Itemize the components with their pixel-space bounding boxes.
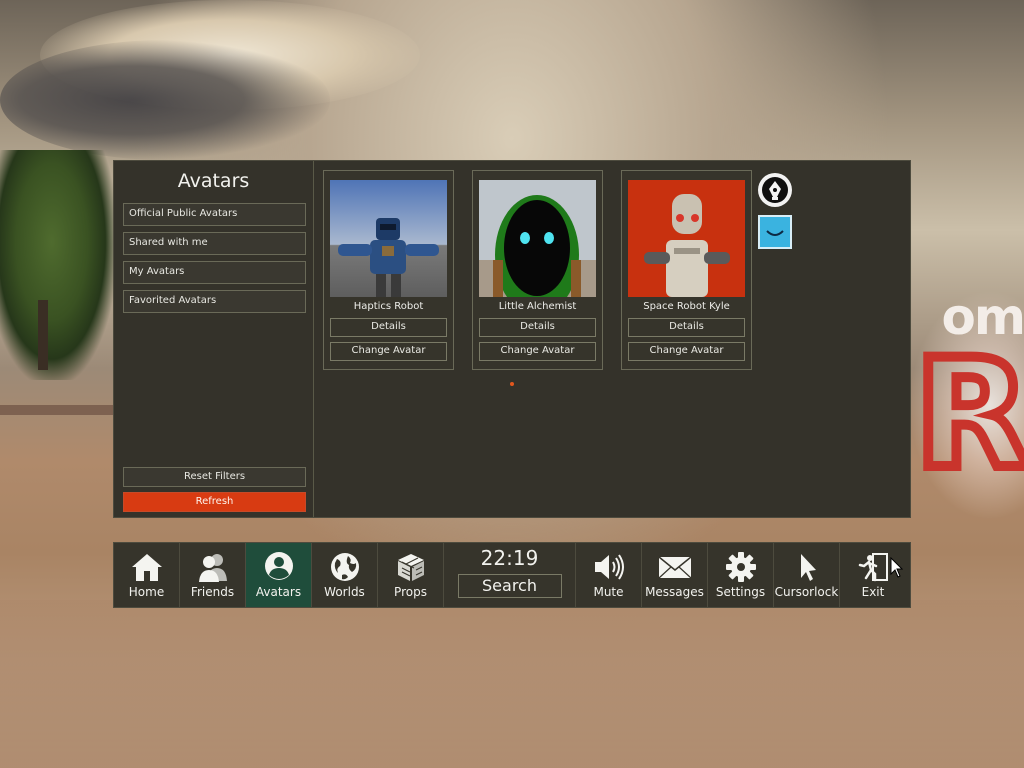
sky-cloud-light [40, 0, 420, 110]
page-indicator-dot[interactable] [510, 382, 514, 386]
nav-friends[interactable]: Friends [180, 543, 246, 607]
nav-messages[interactable]: Messages [642, 543, 708, 607]
nav-settings-label: Settings [715, 585, 766, 599]
speaker-icon [594, 554, 624, 580]
nav-avatars-label: Avatars [255, 585, 302, 599]
nav-cursorlock-label: Cursorlock [774, 585, 839, 599]
avatar-name: Space Robot Kyle [643, 301, 730, 312]
nav-cursorlock[interactable]: Cursorlock [774, 543, 840, 607]
sky-cloud-dark [0, 40, 330, 160]
friends-icon [198, 554, 227, 582]
background-fence [0, 405, 115, 415]
avatar-grid: Haptics Robot Details Change Avatar Litt… [314, 161, 910, 517]
cube-icon [397, 554, 424, 581]
smile-icon[interactable] [758, 215, 792, 249]
bottom-navbar: Home Friends Avatars Worlds Props 22:19 … [113, 542, 911, 608]
avatar-name: Little Alchemist [498, 301, 577, 312]
avatar-card-little-alchemist[interactable]: Little Alchemist Details Change Avatar [472, 170, 603, 370]
gear-icon [725, 552, 756, 582]
avatar-card-haptics-robot[interactable]: Haptics Robot Details Change Avatar [323, 170, 454, 370]
nav-worlds[interactable]: Worlds [312, 543, 378, 607]
change-avatar-button[interactable]: Change Avatar [628, 342, 745, 361]
avatar-thumbnail [628, 180, 745, 297]
background-tree-trunk [38, 300, 48, 370]
filter-official-public-avatars[interactable]: Official Public Avatars [123, 203, 306, 226]
filter-shared-with-me[interactable]: Shared with me [123, 232, 306, 255]
nav-exit-label: Exit [861, 585, 885, 599]
cursor-icon [800, 554, 816, 581]
avatars-panel: Avatars Official Public Avatars Shared w… [113, 160, 911, 518]
nav-mute[interactable]: Mute [576, 543, 642, 607]
details-button[interactable]: Details [479, 318, 596, 337]
nav-avatars[interactable]: Avatars [246, 543, 312, 607]
filter-sidebar: Avatars Official Public Avatars Shared w… [114, 161, 314, 517]
pen-nib-icon[interactable] [758, 173, 792, 207]
home-icon [131, 554, 162, 581]
filter-my-avatars[interactable]: My Avatars [123, 261, 306, 284]
panel-title: Avatars [177, 170, 250, 192]
nav-messages-label: Messages [645, 585, 704, 599]
avatar-thumbnail [330, 180, 447, 297]
change-avatar-button[interactable]: Change Avatar [479, 342, 596, 361]
filter-favorited-avatars[interactable]: Favorited Avatars [123, 290, 306, 313]
nav-mute-label: Mute [593, 585, 624, 599]
nav-worlds-label: Worlds [324, 585, 365, 599]
globe-icon [330, 553, 359, 581]
nav-home[interactable]: Home [114, 543, 180, 607]
nav-props-label: Props [394, 585, 427, 599]
details-button[interactable]: Details [628, 318, 745, 337]
avatar-icon [264, 552, 293, 580]
refresh-button[interactable]: Refresh [123, 492, 306, 512]
reset-filters-button[interactable]: Reset Filters [123, 467, 306, 487]
avatar-thumbnail [479, 180, 596, 297]
avatar-name: Haptics Robot [353, 301, 424, 312]
exit-icon [858, 553, 888, 582]
envelope-icon [658, 556, 691, 579]
background-tree [0, 150, 115, 380]
background-road [0, 600, 1024, 768]
nav-home-label: Home [128, 585, 165, 599]
nav-settings[interactable]: Settings [708, 543, 774, 607]
clock: 22:19 [480, 546, 539, 570]
details-button[interactable]: Details [330, 318, 447, 337]
change-avatar-button[interactable]: Change Avatar [330, 342, 447, 361]
nav-props[interactable]: Props [378, 543, 444, 607]
avatar-card-space-robot-kyle[interactable]: Space Robot Kyle Details Change Avatar [621, 170, 752, 370]
clock-search-box: 22:19 Search [444, 543, 576, 607]
mouse-pointer-icon [890, 557, 904, 578]
search-button[interactable]: Search [457, 574, 562, 598]
background-sign-letter: R [910, 328, 1024, 502]
nav-friends-label: Friends [190, 585, 235, 599]
